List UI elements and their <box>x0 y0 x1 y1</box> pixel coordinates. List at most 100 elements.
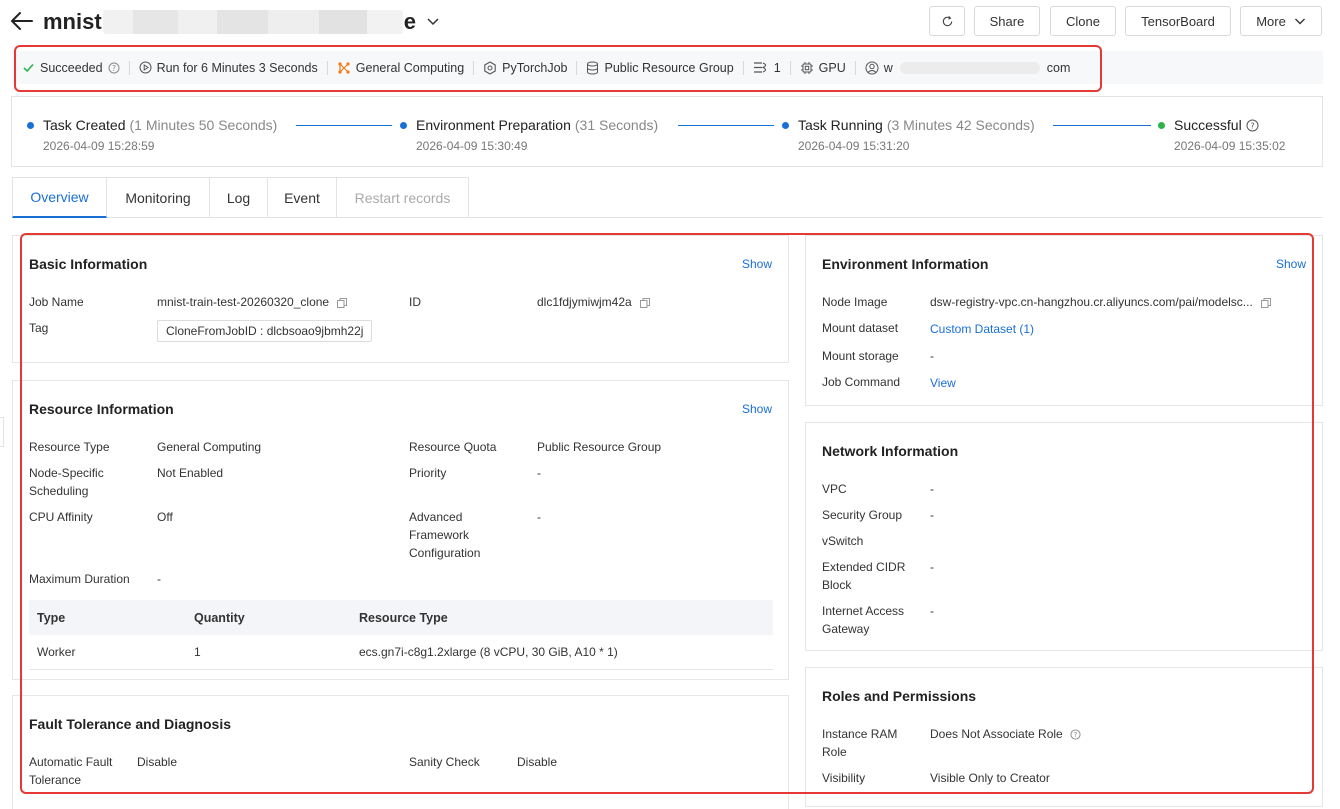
status-resource-group: Public Resource Group <box>586 60 734 75</box>
step-title: Task Created <box>43 117 126 133</box>
side-collapse-handle[interactable] <box>0 417 4 447</box>
table-row: Worker 1 ecs.gn7i-c8g1.2xlarge (8 vCPU, … <box>29 635 773 670</box>
field-value: - <box>930 482 934 496</box>
copy-icon[interactable] <box>1261 298 1272 308</box>
ram-role-value: Does Not Associate Role ? <box>930 725 1081 743</box>
field-label: Security Group <box>822 508 903 522</box>
step-title: Successful <box>1174 117 1242 133</box>
field-value: General Computing <box>157 440 262 454</box>
tensorboard-button[interactable]: TensorBoard <box>1125 6 1231 36</box>
refresh-button[interactable] <box>929 6 965 36</box>
field-value: - <box>930 349 934 363</box>
status-run-time: Run for 6 Minutes 3 Seconds <box>139 61 318 75</box>
step-time: 2026-04-09 15:28:59 <box>43 139 155 153</box>
roles-permissions-card: Roles and Permissions Instance RAM Role D… <box>805 667 1323 807</box>
play-circle-icon <box>139 61 152 74</box>
status-resource-type: General Computing <box>337 61 464 75</box>
job-title-suffix: e <box>403 9 416 34</box>
status-run-time-label: Run for 6 Minutes 3 Seconds <box>156 60 318 75</box>
database-icon <box>587 61 599 74</box>
job-timeline: Task Created (1 Minutes 50 Seconds) 2026-… <box>11 96 1323 167</box>
field-value: - <box>930 508 934 522</box>
refresh-icon <box>942 15 952 26</box>
status-state-label: Succeeded <box>40 60 103 75</box>
field-label: Mount storage <box>822 349 899 363</box>
redacted-user <box>899 61 1040 74</box>
column-header: Resource Type <box>359 610 448 625</box>
ram-role-text: Does Not Associate Role <box>930 727 1063 741</box>
field-value: - <box>537 510 541 524</box>
help-icon[interactable]: ? <box>108 62 120 74</box>
step-time: 2026-04-09 15:31:20 <box>798 139 910 153</box>
network-info-card: Network Information VPC - Security Group… <box>805 422 1323 651</box>
more-button[interactable]: More <box>1240 6 1322 36</box>
field-value: Off <box>157 510 173 524</box>
field-label: Extended CIDR Block <box>822 560 906 592</box>
timeline-step-created: Task Created (1 Minutes 50 Seconds) 2026-… <box>27 117 277 153</box>
nodes-icon <box>753 62 766 73</box>
custom-dataset-link[interactable]: Custom Dataset (1) <box>930 320 1034 338</box>
chip-icon <box>800 61 813 74</box>
timeline-step-success: Successful ? 2026-04-09 15:35:02 <box>1158 117 1285 153</box>
help-icon[interactable]: ? <box>1246 119 1259 132</box>
share-button[interactable]: Share <box>974 6 1040 36</box>
resource-info-card: Resource Information Show Resource Type … <box>12 380 789 680</box>
tab-event[interactable]: Event <box>268 177 337 218</box>
field-value: Not Enabled <box>157 466 224 480</box>
field-label: ID <box>409 295 421 309</box>
chevron-down-icon[interactable] <box>426 14 440 28</box>
field-label: Node-Specific Scheduling <box>29 466 104 498</box>
show-link[interactable]: Show <box>742 257 772 271</box>
hexagon-icon <box>484 60 496 75</box>
field-value: Public Resource Group <box>537 440 662 454</box>
timeline-step-running: Task Running (3 Minutes 42 Seconds) 2026-… <box>782 117 1035 153</box>
field-label: Priority <box>409 466 447 480</box>
field-label: Automatic Fault Tolerance <box>29 755 113 787</box>
copy-icon[interactable] <box>640 298 651 308</box>
view-command-link[interactable]: View <box>930 374 956 392</box>
field-label: Visibility <box>822 771 866 785</box>
field-label: Advanced Framework Configuration <box>409 510 481 560</box>
column-header: Type <box>37 610 66 625</box>
status-resource-group-label: Public Resource Group <box>604 60 734 75</box>
tab-overview[interactable]: Overview <box>12 177 107 218</box>
field-value: Disable <box>137 755 178 769</box>
job-name-text: mnist-train-test-20260320_clone <box>157 295 330 309</box>
id-value: dlc1fdjymiwjm42a <box>537 293 651 311</box>
show-link[interactable]: Show <box>1276 257 1306 271</box>
step-title: Environment Preparation <box>416 117 571 133</box>
help-icon[interactable]: ? <box>1070 729 1081 740</box>
field-label: Job Name <box>29 295 84 309</box>
clone-button[interactable]: Clone <box>1050 6 1116 36</box>
field-label: Job Command <box>822 375 901 389</box>
environment-info-card: Environment Information Show Node Image … <box>805 235 1323 406</box>
job-name-value: mnist-train-test-20260320_clone <box>157 293 348 311</box>
show-link[interactable]: Show <box>742 402 772 416</box>
step-title: Task Running <box>798 117 883 133</box>
copy-icon[interactable] <box>337 298 348 308</box>
card-title: Roles and Permissions <box>822 688 977 704</box>
field-value: - <box>537 466 541 480</box>
job-title: mnist e <box>43 9 416 35</box>
tab-restart-records: Restart records <box>337 177 469 218</box>
card-title: Basic Information <box>29 256 148 272</box>
field-value: - <box>157 572 161 586</box>
field-value: - <box>930 604 934 618</box>
resource-table: Type Quantity Resource Type Worker 1 ecs… <box>29 600 773 670</box>
more-button-label: More <box>1256 13 1286 29</box>
back-arrow-icon[interactable] <box>10 10 34 32</box>
tab-log[interactable]: Log <box>210 177 268 218</box>
chevron-down-icon <box>1294 18 1305 25</box>
card-title: Network Information <box>822 443 959 459</box>
field-label: CPU Affinity <box>29 510 93 524</box>
tag-chip: CloneFromJobID : dlcbsoao9jbmh22j <box>157 320 373 342</box>
status-gpu: GPU <box>800 61 846 75</box>
job-title-prefix: mnist <box>43 9 102 34</box>
field-label: VPC <box>822 482 847 496</box>
step-duration: (3 Minutes 42 Seconds) <box>886 117 1035 133</box>
status-items: Succeeded ? Run for 6 Minutes 3 Seconds … <box>22 51 1070 84</box>
field-label: Sanity Check <box>409 755 480 769</box>
field-label: Resource Type <box>29 440 110 454</box>
tab-monitoring[interactable]: Monitoring <box>107 177 210 218</box>
status-framework-label: PyTorchJob <box>502 60 568 75</box>
